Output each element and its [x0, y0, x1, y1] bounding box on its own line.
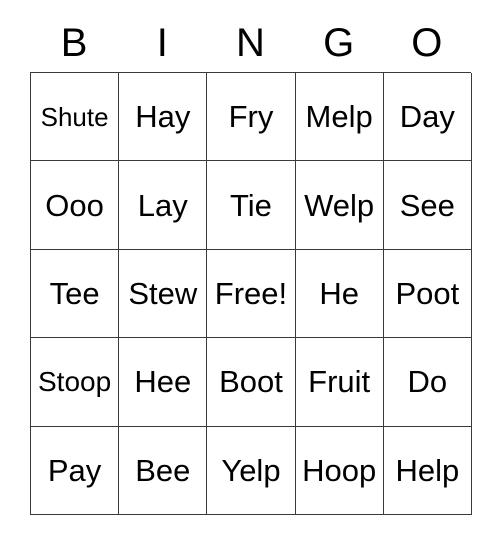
bingo-cell[interactable]: Day: [383, 73, 472, 162]
bingo-cell[interactable]: Shute: [31, 73, 120, 162]
bingo-cell-label: Hay: [135, 99, 191, 135]
bingo-cell-label: Ooo: [45, 187, 104, 223]
bingo-cell-label: Poot: [395, 275, 460, 311]
bingo-cell-label: Free!: [214, 275, 288, 311]
bingo-cell[interactable]: Do: [383, 338, 472, 427]
bingo-cell-label: Bee: [135, 452, 191, 488]
bingo-cell-label: Pay: [47, 452, 102, 488]
bingo-cell-label: He: [319, 275, 359, 311]
bingo-header-letter-i: I: [156, 21, 168, 65]
bingo-cell-label: Tee: [49, 275, 100, 311]
bingo-row: Tee Stew Free! He Poot: [31, 249, 472, 339]
bingo-cell[interactable]: Boot: [207, 338, 296, 427]
bingo-row: Shute Hay Fry Melp Day: [31, 73, 472, 162]
bingo-cell-label: See: [399, 187, 455, 223]
bingo-grid: Shute Hay Fry Melp Day Ooo Lay Tie Welp …: [30, 72, 472, 515]
bingo-cell-label: Shute: [40, 101, 109, 132]
bingo-cell[interactable]: Hoop: [295, 426, 384, 515]
bingo-cell[interactable]: Yelp: [207, 426, 296, 515]
bingo-cell-label: Yelp: [221, 452, 281, 488]
bingo-header-letter-o: O: [411, 21, 443, 65]
bingo-row: Ooo Lay Tie Welp See: [31, 161, 472, 250]
bingo-cell-label: Day: [399, 99, 455, 135]
bingo-cell-label: Hee: [134, 364, 192, 400]
bingo-cell-label: Melp: [305, 99, 373, 135]
bingo-cell[interactable]: He: [295, 249, 384, 339]
bingo-cell[interactable]: Hee: [119, 338, 208, 427]
bingo-cell-label: Lay: [137, 187, 188, 223]
bingo-header-letter-g: G: [323, 21, 355, 65]
bingo-cell-label: Boot: [219, 364, 283, 400]
bingo-cell[interactable]: Poot: [383, 249, 472, 339]
bingo-row: Stoop Hee Boot Fruit Do: [31, 338, 472, 427]
bingo-row: Pay Bee Yelp Hoop Help: [31, 426, 472, 515]
bingo-cell-label: Do: [407, 364, 448, 400]
bingo-cell[interactable]: Stew: [119, 249, 208, 339]
bingo-cell[interactable]: Melp: [295, 73, 384, 162]
bingo-cell[interactable]: Lay: [119, 161, 208, 250]
bingo-cell[interactable]: Pay: [31, 426, 120, 515]
bingo-header-letter-b: B: [60, 21, 88, 65]
bingo-cell-label: Fry: [228, 99, 274, 135]
bingo-cell-label: Stoop: [38, 365, 112, 397]
bingo-cell[interactable]: Fruit: [295, 338, 384, 427]
bingo-cell-label: Fruit: [308, 364, 371, 400]
bingo-cell-label: Hoop: [302, 452, 377, 488]
bingo-cell-label: Stew: [128, 275, 198, 311]
bingo-cell[interactable]: Hay: [119, 73, 208, 162]
bingo-cell[interactable]: Help: [383, 426, 472, 515]
bingo-header-row: B I N G O: [30, 0, 471, 72]
bingo-cell[interactable]: Welp: [295, 161, 384, 250]
bingo-cell[interactable]: Stoop: [31, 338, 120, 427]
bingo-cell[interactable]: Ooo: [31, 161, 120, 250]
bingo-cell[interactable]: Tee: [31, 249, 120, 339]
bingo-card: B I N G O Shute Hay Fry Melp Day Ooo Lay…: [30, 0, 472, 515]
bingo-cell-label: Tie: [230, 187, 272, 223]
bingo-cell[interactable]: See: [383, 161, 472, 250]
bingo-cell[interactable]: Fry: [207, 73, 296, 162]
bingo-cell[interactable]: Tie: [207, 161, 296, 250]
bingo-cell-free-space[interactable]: Free!: [207, 249, 296, 339]
bingo-header-letter-n: N: [236, 21, 265, 65]
bingo-cell-label: Welp: [304, 187, 375, 223]
bingo-cell[interactable]: Bee: [119, 426, 208, 515]
bingo-cell-label: Help: [395, 452, 460, 488]
